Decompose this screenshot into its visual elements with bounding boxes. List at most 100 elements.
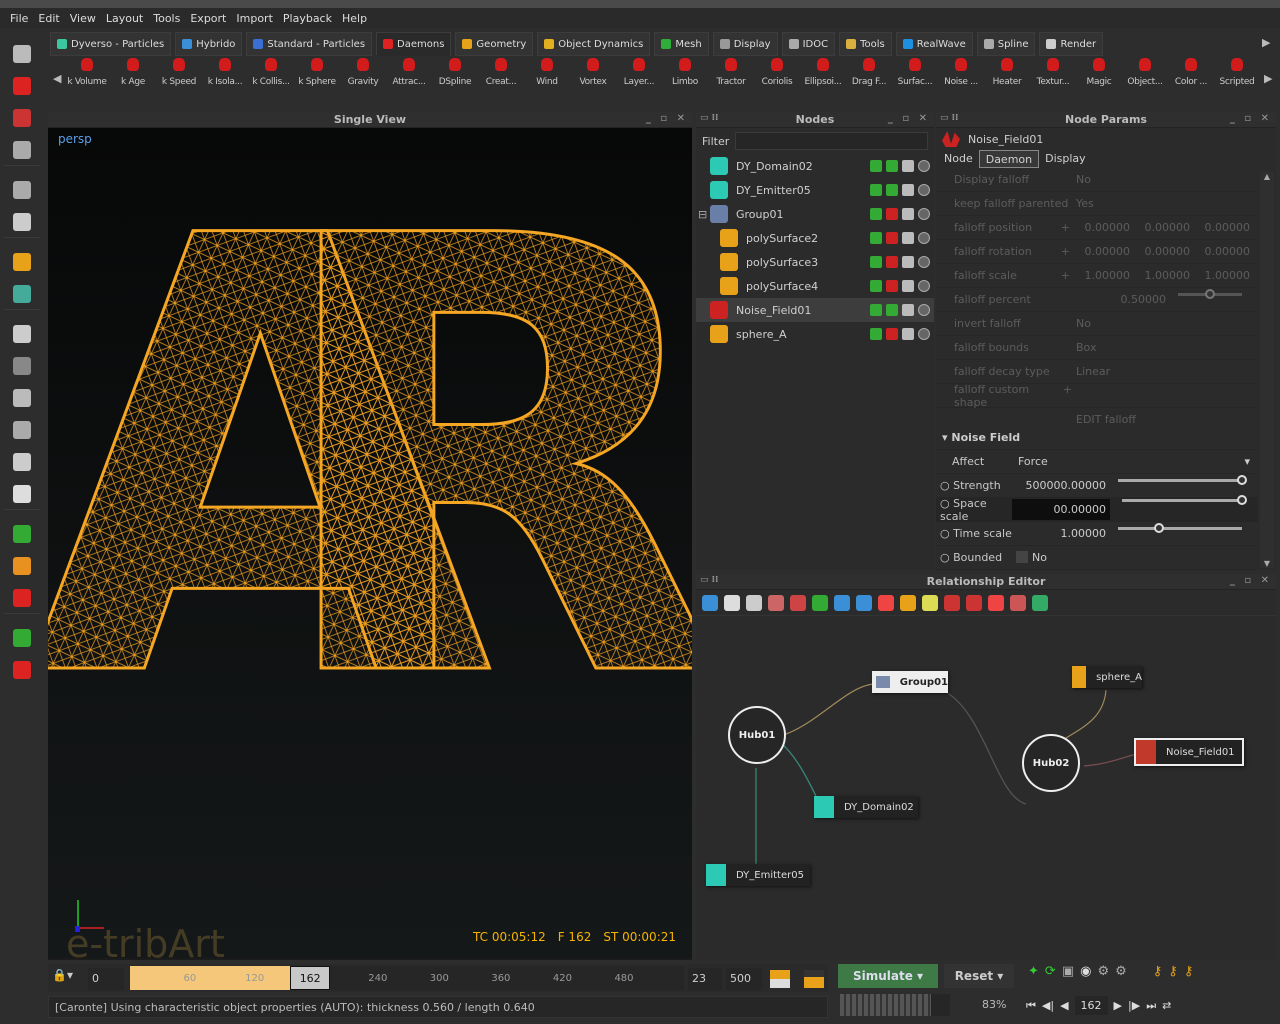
left-tool-button[interactable] — [4, 478, 40, 510]
left-tool-button[interactable] — [4, 206, 40, 238]
save-state-icon[interactable] — [886, 328, 898, 340]
panel-controls-icon[interactable]: _ ▫ ✕ — [888, 113, 930, 124]
brush-icon[interactable] — [870, 160, 882, 172]
tab-realwave[interactable]: RealWave — [895, 32, 973, 56]
tab-display[interactable]: Display — [712, 32, 778, 56]
brush-icon[interactable] — [870, 208, 882, 220]
daemon-button[interactable]: Drag F... — [846, 58, 892, 102]
visibility-icon[interactable] — [902, 184, 914, 196]
timeline-track[interactable]: 60 120 240 300 360 420 480 162 — [130, 966, 684, 990]
graph-tool-icon[interactable] — [988, 594, 1004, 611]
visibility-icon[interactable] — [902, 232, 914, 244]
param-value[interactable]: EDIT falloff — [1076, 413, 1136, 426]
section-header[interactable]: ▾ Noise Field — [936, 426, 1258, 450]
display-mode-icon[interactable] — [918, 256, 930, 268]
params-tab-display[interactable]: Display — [1039, 150, 1092, 168]
params-tab-daemon[interactable]: Daemon — [978, 150, 1040, 168]
brush-icon[interactable] — [870, 184, 882, 196]
node-item[interactable]: Noise_Field01 — [696, 298, 934, 322]
graph-tool-icon[interactable] — [856, 594, 872, 611]
brush-icon[interactable] — [870, 256, 882, 268]
expand-plus-icon[interactable]: + — [1061, 269, 1070, 282]
graph-tool-icon[interactable] — [768, 594, 784, 611]
tab-idoc[interactable]: IDOC — [781, 32, 836, 56]
graph-tool-icon[interactable] — [834, 594, 850, 611]
graph-tool-icon[interactable] — [746, 594, 762, 611]
graph-tool-icon[interactable] — [966, 594, 982, 611]
menu-layout[interactable]: Layout — [106, 12, 143, 25]
display-mode-icon[interactable] — [918, 208, 930, 220]
param-value[interactable]: No — [1076, 173, 1091, 186]
save-state-icon[interactable] — [886, 184, 898, 196]
tab-standard-particles[interactable]: Standard - Particles — [246, 32, 373, 56]
daemons-scroll-right-icon[interactable]: ▶ — [1264, 72, 1272, 85]
3d-viewport[interactable]: AR persp e-tribArt TC 00:05:12 F 162 ST … — [48, 128, 692, 966]
tab-mesh[interactable]: Mesh — [654, 32, 709, 56]
cache-icon[interactable]: ▣ — [1062, 964, 1074, 979]
menu-help[interactable]: Help — [342, 12, 367, 25]
panel-dock-icon[interactable]: ▭ ⁞⁞ — [940, 113, 958, 123]
left-tool-button[interactable] — [4, 350, 40, 382]
tab-dyverso-particles[interactable]: Dyverso - Particles — [50, 32, 172, 56]
graph-node-sphere[interactable]: sphere_A — [1072, 666, 1142, 688]
brush-icon[interactable] — [870, 280, 882, 292]
daemon-button[interactable]: k Isola... — [202, 58, 248, 102]
loop-icon[interactable]: ⇄ — [1162, 999, 1171, 1012]
param-value[interactable]: 0.00000 — [1074, 221, 1131, 234]
tab-daemons[interactable]: Daemons — [376, 32, 452, 56]
daemon-button[interactable]: Color ... — [1168, 58, 1214, 102]
graph-tool-icon[interactable] — [900, 594, 916, 611]
expand-plus-icon[interactable]: + — [1061, 245, 1070, 258]
daemon-button[interactable]: Textur... — [1030, 58, 1076, 102]
daemon-button[interactable]: Scripted — [1214, 58, 1260, 102]
strength-input[interactable]: 500000.00000 — [1012, 479, 1106, 492]
param-value[interactable]: 1.00000 — [1074, 269, 1131, 282]
display-mode-icon[interactable] — [918, 184, 930, 196]
daemon-button[interactable]: Wind — [524, 58, 570, 102]
param-value[interactable]: No — [1076, 317, 1091, 330]
param-value[interactable]: Linear — [1076, 365, 1110, 378]
graph-tool-icon[interactable] — [702, 594, 718, 611]
left-tool-button[interactable] — [4, 134, 40, 166]
menu-tools[interactable]: Tools — [153, 12, 180, 25]
daemon-button[interactable]: Noise ... — [938, 58, 984, 102]
display-mode-icon[interactable] — [918, 328, 930, 340]
left-tool-button[interactable] — [4, 246, 40, 278]
node-item[interactable]: DY_Emitter05 — [696, 178, 934, 202]
gear-icon[interactable]: ⚙ — [1097, 964, 1109, 979]
param-value[interactable]: 0.00000 — [1134, 245, 1191, 258]
frame-input[interactable]: 162 — [1074, 996, 1108, 1015]
strength-slider[interactable] — [1118, 475, 1247, 485]
daemon-button[interactable]: Coriolis — [754, 58, 800, 102]
visibility-icon[interactable] — [902, 208, 914, 220]
left-tool-button[interactable] — [4, 278, 40, 310]
graph-canvas[interactable]: Hub01 Hub02 Group01 sphere_A Noise_Field… — [696, 616, 1276, 960]
daemon-button[interactable]: Object... — [1122, 58, 1168, 102]
daemon-button[interactable]: k Volume — [64, 58, 110, 102]
graph-tool-icon[interactable] — [944, 594, 960, 611]
graph-tool-icon[interactable] — [878, 594, 894, 611]
falloff-percent-slider[interactable] — [1178, 289, 1242, 299]
daemon-button[interactable]: DSpline — [432, 58, 478, 102]
tab-render[interactable]: Render — [1039, 32, 1104, 56]
param-value[interactable]: 0.00000 — [1074, 245, 1131, 258]
key-icon[interactable]: ⚷ — [1153, 964, 1163, 979]
node-item[interactable]: DY_Domain02 — [696, 154, 934, 178]
left-tool-button[interactable] — [4, 654, 40, 686]
daemon-button[interactable]: Vortex — [570, 58, 616, 102]
menu-view[interactable]: View — [70, 12, 96, 25]
daemon-button[interactable]: Magic — [1076, 58, 1122, 102]
menu-edit[interactable]: Edit — [38, 12, 59, 25]
tab-object-dynamics[interactable]: Object Dynamics — [537, 32, 651, 56]
save-state-icon[interactable] — [886, 280, 898, 292]
panel-dock-icon[interactable]: ▭ ⁞⁞ — [700, 113, 718, 123]
tabs-scroll-right-icon[interactable]: ▶ — [1262, 36, 1270, 49]
current-frame-marker[interactable]: 162 — [290, 966, 331, 990]
node-item[interactable]: polySurface4 — [696, 274, 934, 298]
key-marker-icon[interactable] — [804, 970, 824, 988]
left-tool-button[interactable] — [4, 446, 40, 478]
menu-export[interactable]: Export — [190, 12, 226, 25]
param-value[interactable]: 0.00000 — [1194, 245, 1251, 258]
daemons-scroll-left-icon[interactable]: ◀ — [53, 72, 61, 85]
last-frame-icon[interactable]: ⏭ — [1146, 999, 1156, 1013]
